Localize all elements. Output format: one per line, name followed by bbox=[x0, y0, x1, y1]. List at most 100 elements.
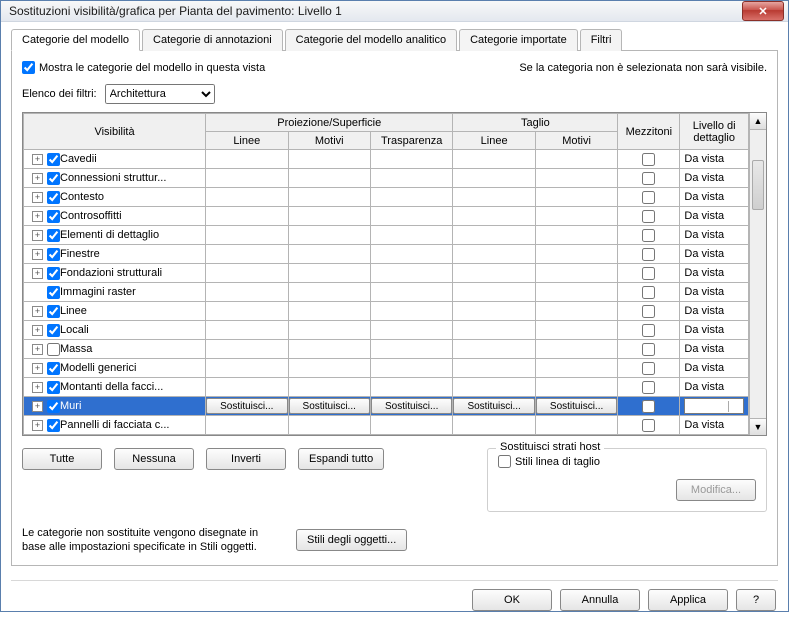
detail-level-cell[interactable]: Da vista bbox=[680, 416, 749, 435]
category-visibility-checkbox[interactable] bbox=[47, 400, 60, 413]
override-cell[interactable] bbox=[288, 169, 370, 188]
tree-expand-icon[interactable]: + bbox=[32, 230, 43, 241]
tree-expand-icon[interactable]: + bbox=[32, 363, 43, 374]
override-cell[interactable] bbox=[370, 359, 452, 378]
override-button[interactable]: Sostituisci... bbox=[453, 398, 534, 414]
override-cell[interactable] bbox=[370, 283, 452, 302]
detail-level-cell[interactable]: Da vista bbox=[680, 302, 749, 321]
table-row[interactable]: +LocaliDa vista bbox=[24, 321, 749, 340]
override-cell[interactable] bbox=[453, 150, 535, 169]
halftone-checkbox[interactable] bbox=[642, 381, 655, 394]
table-row[interactable]: +FinestreDa vista bbox=[24, 245, 749, 264]
override-cell[interactable] bbox=[206, 207, 288, 226]
override-cell[interactable] bbox=[453, 283, 535, 302]
tree-expand-icon[interactable]: + bbox=[32, 344, 43, 355]
override-cell[interactable] bbox=[370, 264, 452, 283]
halftone-checkbox[interactable] bbox=[642, 362, 655, 375]
tree-expand-icon[interactable]: + bbox=[32, 249, 43, 260]
scroll-down-button[interactable]: ▼ bbox=[750, 418, 766, 435]
category-visibility-checkbox[interactable] bbox=[47, 419, 60, 432]
override-cell[interactable] bbox=[535, 321, 617, 340]
override-cell[interactable]: Sostituisci... bbox=[370, 397, 452, 416]
override-cell[interactable] bbox=[288, 188, 370, 207]
override-button[interactable]: Sostituisci... bbox=[206, 398, 287, 414]
override-cell[interactable] bbox=[206, 188, 288, 207]
table-row[interactable]: +MuriSostituisci...Sostituisci...Sostitu… bbox=[24, 397, 749, 416]
override-cell[interactable] bbox=[453, 264, 535, 283]
override-cell[interactable] bbox=[453, 188, 535, 207]
table-row[interactable]: +Pannelli di facciata c...Da vista bbox=[24, 416, 749, 435]
tree-expand-icon[interactable]: + bbox=[32, 173, 43, 184]
select-none-button[interactable]: Nessuna bbox=[114, 448, 194, 470]
override-cell[interactable] bbox=[288, 264, 370, 283]
category-visibility-checkbox[interactable] bbox=[47, 286, 60, 299]
category-visibility-checkbox[interactable] bbox=[47, 324, 60, 337]
col-cut-lines[interactable]: Linee bbox=[453, 132, 535, 150]
detail-level-cell[interactable]: Basso▾ bbox=[680, 397, 749, 416]
halftone-checkbox[interactable] bbox=[642, 191, 655, 204]
table-row[interactable]: +LineeDa vista bbox=[24, 302, 749, 321]
tree-expand-icon[interactable]: + bbox=[32, 154, 43, 165]
col-cut[interactable]: Taglio bbox=[453, 114, 618, 132]
halftone-checkbox[interactable] bbox=[642, 419, 655, 432]
override-cell[interactable] bbox=[288, 207, 370, 226]
override-cell[interactable] bbox=[370, 340, 452, 359]
detail-level-cell[interactable]: Da vista bbox=[680, 264, 749, 283]
col-detail[interactable]: Livello di dettaglio bbox=[680, 114, 749, 150]
override-button[interactable]: Sostituisci... bbox=[289, 398, 370, 414]
override-cell[interactable] bbox=[288, 245, 370, 264]
category-visibility-checkbox[interactable] bbox=[47, 172, 60, 185]
detail-level-cell[interactable]: Da vista bbox=[680, 340, 749, 359]
table-row[interactable]: +Fondazioni strutturaliDa vista bbox=[24, 264, 749, 283]
halftone-checkbox[interactable] bbox=[642, 305, 655, 318]
override-cell[interactable] bbox=[206, 302, 288, 321]
override-cell[interactable] bbox=[535, 416, 617, 435]
override-cell[interactable] bbox=[453, 340, 535, 359]
tree-expand-icon[interactable]: + bbox=[32, 325, 43, 336]
override-cell[interactable] bbox=[535, 226, 617, 245]
override-cell[interactable] bbox=[535, 245, 617, 264]
detail-level-cell[interactable]: Da vista bbox=[680, 207, 749, 226]
halftone-checkbox[interactable] bbox=[642, 267, 655, 280]
scroll-thumb[interactable] bbox=[752, 160, 764, 210]
category-visibility-checkbox[interactable] bbox=[47, 305, 60, 318]
modify-button[interactable]: Modifica... bbox=[676, 479, 756, 501]
col-proj-patterns[interactable]: Motivi bbox=[288, 132, 370, 150]
tab-filters[interactable]: Filtri bbox=[580, 29, 623, 51]
override-cell[interactable] bbox=[206, 359, 288, 378]
col-projection[interactable]: Proiezione/Superficie bbox=[206, 114, 453, 132]
table-row[interactable]: +CavediiDa vista bbox=[24, 150, 749, 169]
detail-level-cell[interactable]: Da vista bbox=[680, 150, 749, 169]
detail-level-cell[interactable]: Da vista bbox=[680, 378, 749, 397]
vertical-scrollbar[interactable]: ▲ ▼ bbox=[749, 113, 766, 435]
tree-expand-icon[interactable]: + bbox=[32, 420, 43, 431]
override-cell[interactable] bbox=[370, 207, 452, 226]
table-row[interactable]: Immagini rasterDa vista bbox=[24, 283, 749, 302]
override-cell[interactable] bbox=[288, 321, 370, 340]
override-cell[interactable] bbox=[288, 283, 370, 302]
table-row[interactable]: +ContestoDa vista bbox=[24, 188, 749, 207]
override-cell[interactable] bbox=[206, 416, 288, 435]
invert-button[interactable]: Inverti bbox=[206, 448, 286, 470]
override-cell[interactable] bbox=[206, 340, 288, 359]
tree-expand-icon[interactable]: + bbox=[32, 306, 43, 317]
halftone-checkbox[interactable] bbox=[642, 153, 655, 166]
override-cell[interactable] bbox=[206, 321, 288, 340]
tree-expand-icon[interactable]: + bbox=[32, 382, 43, 393]
override-cell[interactable] bbox=[535, 264, 617, 283]
apply-button[interactable]: Applica bbox=[648, 589, 728, 611]
halftone-checkbox[interactable] bbox=[642, 343, 655, 356]
tree-expand-icon[interactable]: + bbox=[32, 268, 43, 279]
override-cell[interactable] bbox=[453, 302, 535, 321]
category-visibility-checkbox[interactable] bbox=[47, 229, 60, 242]
detail-level-cell[interactable]: Da vista bbox=[680, 188, 749, 207]
override-cell[interactable] bbox=[453, 378, 535, 397]
override-cell[interactable] bbox=[288, 226, 370, 245]
select-all-button[interactable]: Tutte bbox=[22, 448, 102, 470]
halftone-checkbox[interactable] bbox=[642, 210, 655, 223]
override-cell[interactable]: Sostituisci... bbox=[453, 397, 535, 416]
col-visibility[interactable]: Visibilità bbox=[24, 114, 206, 150]
detail-level-cell[interactable]: Da vista bbox=[680, 245, 749, 264]
override-cell[interactable] bbox=[206, 378, 288, 397]
override-cell[interactable] bbox=[535, 207, 617, 226]
